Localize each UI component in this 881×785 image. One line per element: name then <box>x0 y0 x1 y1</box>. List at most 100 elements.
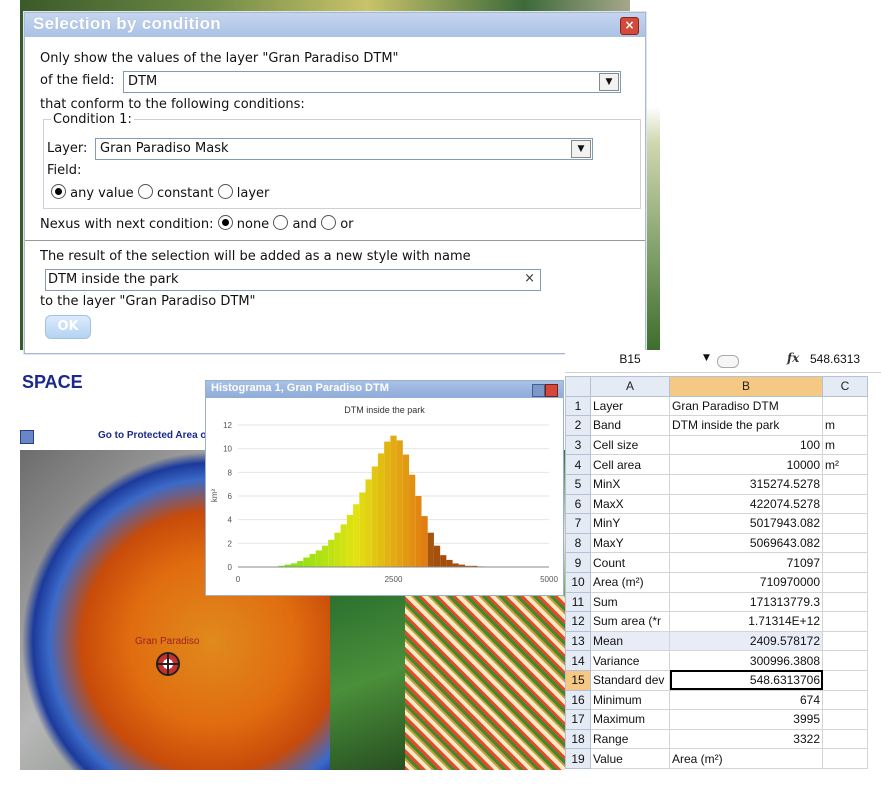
cell-a[interactable]: MaxY <box>590 532 670 554</box>
clear-icon[interactable]: × <box>524 271 535 286</box>
close-icon[interactable] <box>545 384 558 397</box>
style-name-input[interactable]: × <box>45 269 541 291</box>
row-header[interactable]: 18 <box>565 728 591 750</box>
export-icon[interactable] <box>532 384 545 397</box>
cell-c[interactable] <box>822 395 868 417</box>
chevron-down-icon[interactable]: ▼ <box>703 353 710 363</box>
field-select[interactable]: DTM ▼ <box>123 71 621 93</box>
cell-c[interactable] <box>822 611 868 632</box>
row-header[interactable]: 19 <box>565 748 591 769</box>
close-icon[interactable]: × <box>620 17 639 35</box>
style-name-field[interactable] <box>48 271 518 287</box>
cell-b[interactable]: 300996.3808 <box>669 650 823 671</box>
row-header[interactable]: 16 <box>565 689 591 711</box>
radio-any-value[interactable] <box>51 184 66 199</box>
cell-b[interactable]: 71097 <box>669 552 823 573</box>
radio-constant[interactable] <box>137 184 153 199</box>
column-header-a[interactable]: A <box>590 376 670 397</box>
cell-b[interactable]: 674 <box>669 689 823 711</box>
row-header[interactable]: 7 <box>565 513 591 534</box>
layer-select[interactable]: Gran Paradiso Mask ▼ <box>95 138 593 160</box>
cell-a[interactable]: Mean <box>590 630 670 652</box>
row-header[interactable]: 13 <box>565 630 591 652</box>
dialog-titlebar[interactable]: Selection by condition × <box>25 13 645 37</box>
cell-a[interactable]: Minimum <box>590 689 670 711</box>
cell-b[interactable]: 422074.5278 <box>669 493 823 515</box>
cell-c[interactable] <box>822 493 868 515</box>
row-header[interactable]: 4 <box>565 454 591 475</box>
cell-b[interactable]: 548.6313706 <box>669 669 823 691</box>
cell-c[interactable]: m <box>822 415 868 436</box>
cell-b[interactable]: Gran Paradiso DTM <box>669 395 823 417</box>
row-header[interactable]: 12 <box>565 611 591 632</box>
row-header[interactable]: 14 <box>565 650 591 671</box>
cell-a[interactable]: Sum <box>590 591 670 613</box>
cell-a[interactable]: MaxX <box>590 493 670 515</box>
radio-and[interactable] <box>273 215 289 230</box>
cell-a[interactable]: Sum area (*r <box>590 611 670 632</box>
cell-c[interactable] <box>822 532 868 554</box>
row-header[interactable]: 10 <box>565 571 591 593</box>
cell-c[interactable] <box>822 748 868 769</box>
column-header-b[interactable]: B <box>669 376 823 397</box>
cell-a[interactable]: Maximum <box>590 709 670 730</box>
cell-c[interactable] <box>822 728 868 750</box>
cell-a[interactable]: Range <box>590 728 670 750</box>
cell-b[interactable]: 1.71314E+12 <box>669 611 823 632</box>
cell-a[interactable]: Value <box>590 748 670 769</box>
chevron-down-icon[interactable]: ▼ <box>571 140 591 158</box>
cell-a[interactable]: Count <box>590 552 670 573</box>
cell-a[interactable]: Area (m²) <box>590 571 670 593</box>
select-all-corner[interactable] <box>565 376 591 397</box>
cell-b[interactable]: 10000 <box>669 454 823 475</box>
cell-a[interactable]: Band <box>590 415 670 436</box>
cell-a[interactable]: Variance <box>590 650 670 671</box>
ok-button[interactable]: OK <box>45 315 91 339</box>
cell-a[interactable]: MinY <box>590 513 670 534</box>
zoom-icon[interactable] <box>20 430 34 444</box>
cell-a[interactable]: Cell size <box>590 434 670 456</box>
fx-icon[interactable]: fx <box>787 351 799 365</box>
goto-protected-area-link[interactable]: Go to Protected Area o <box>98 430 207 441</box>
row-header[interactable]: 8 <box>565 532 591 554</box>
row-header[interactable]: 17 <box>565 709 591 730</box>
radio-layer[interactable] <box>217 184 233 199</box>
cell-b[interactable]: 315274.5278 <box>669 473 823 495</box>
formula-toggle-icon[interactable] <box>717 355 739 368</box>
row-header[interactable]: 5 <box>565 473 591 495</box>
row-header[interactable]: 15 <box>565 669 591 691</box>
cell-c[interactable] <box>822 689 868 711</box>
chevron-down-icon[interactable]: ▼ <box>599 73 619 91</box>
name-box[interactable]: B15 <box>565 352 695 366</box>
cell-c[interactable]: m <box>822 434 868 456</box>
cell-b[interactable]: 171313779.3 <box>669 591 823 613</box>
cell-c[interactable] <box>822 571 868 593</box>
cell-a[interactable]: Cell area <box>590 454 670 475</box>
row-header[interactable]: 2 <box>565 415 591 436</box>
cell-b[interactable]: 5017943.082 <box>669 513 823 534</box>
cell-c[interactable] <box>822 552 868 573</box>
cell-b[interactable]: 3322 <box>669 728 823 750</box>
row-header[interactable]: 11 <box>565 591 591 613</box>
cell-c[interactable] <box>822 473 868 495</box>
cell-b[interactable]: 3995 <box>669 709 823 730</box>
column-header-c[interactable]: C <box>822 376 868 397</box>
cell-a[interactable]: Layer <box>590 395 670 417</box>
row-header[interactable]: 9 <box>565 552 591 573</box>
cell-c[interactable] <box>822 669 868 691</box>
formula-value[interactable]: 548.6313 <box>810 352 860 366</box>
cell-c[interactable] <box>822 650 868 671</box>
cell-c[interactable]: m² <box>822 454 868 475</box>
radio-or[interactable] <box>321 215 337 230</box>
cell-c[interactable] <box>822 709 868 730</box>
cell-c[interactable] <box>822 591 868 613</box>
row-header[interactable]: 1 <box>565 395 591 417</box>
row-header[interactable]: 6 <box>565 493 591 515</box>
cell-b[interactable]: 2409.578172 <box>669 630 823 652</box>
cell-c[interactable] <box>822 630 868 652</box>
cell-b[interactable]: 710970000 <box>669 571 823 593</box>
crosshair-icon[interactable] <box>156 652 180 676</box>
cell-a[interactable]: MinX <box>590 473 670 495</box>
cell-b[interactable]: Area (m²) <box>669 748 823 769</box>
row-header[interactable]: 3 <box>565 434 591 456</box>
